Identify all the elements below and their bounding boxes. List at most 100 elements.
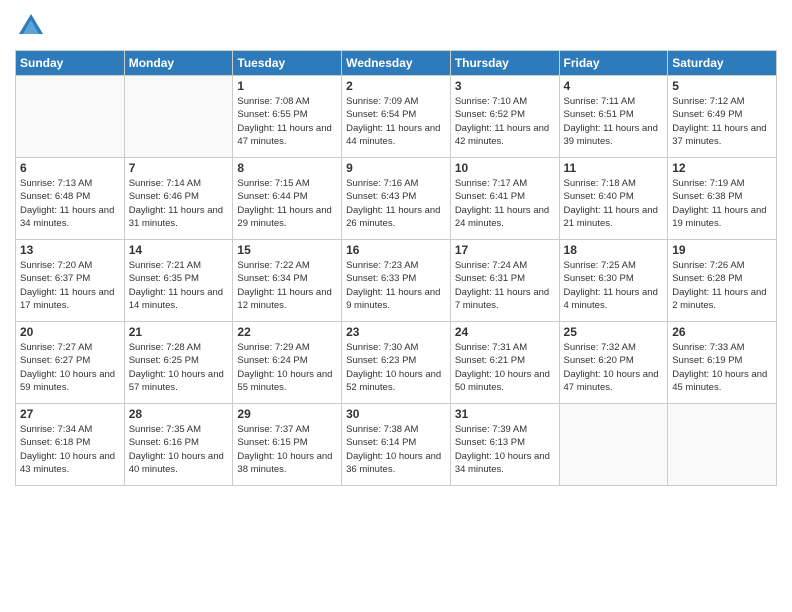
- day-info: Sunrise: 7:29 AM Sunset: 6:24 PM Dayligh…: [237, 341, 337, 394]
- calendar-body: 1Sunrise: 7:08 AM Sunset: 6:55 PM Daylig…: [16, 76, 777, 486]
- day-of-week-header: Thursday: [450, 51, 559, 76]
- calendar-day-cell: 26 Sunrise: 7:33 AM Sunset: 6:19 PM Dayli…: [668, 322, 777, 404]
- day-info: Sunrise: 7:14 AM Sunset: 6:46 PM Dayligh…: [129, 177, 229, 230]
- calendar-day-cell: [668, 404, 777, 486]
- day-number: 3: [455, 79, 555, 93]
- day-info: Sunrise: 7:21 AM Sunset: 6:35 PM Dayligh…: [129, 259, 229, 312]
- day-number: 8: [237, 161, 337, 175]
- calendar-week-row: 1Sunrise: 7:08 AM Sunset: 6:55 PM Daylig…: [16, 76, 777, 158]
- calendar-day-cell: 23 Sunrise: 7:30 AM Sunset: 6:23 PM Dayli…: [342, 322, 451, 404]
- calendar-day-cell: 10Sunrise: 7:17 AM Sunset: 6:41 PM Dayli…: [450, 158, 559, 240]
- day-info: Sunrise: 7:09 AM Sunset: 6:54 PM Dayligh…: [346, 95, 446, 148]
- day-number: 22: [237, 325, 337, 339]
- day-number: 7: [129, 161, 229, 175]
- day-number: 10: [455, 161, 555, 175]
- day-info: Sunrise: 7:38 AM Sunset: 6:14 PM Dayligh…: [346, 423, 446, 476]
- calendar-day-cell: 6 Sunrise: 7:13 AM Sunset: 6:48 PM Daylig…: [16, 158, 125, 240]
- day-number: 27: [20, 407, 120, 421]
- day-number: 19: [672, 243, 772, 257]
- day-number: 1: [237, 79, 337, 93]
- day-info: Sunrise: 7:28 AM Sunset: 6:25 PM Dayligh…: [129, 341, 229, 394]
- day-number: 20: [20, 325, 120, 339]
- calendar-day-cell: 17Sunrise: 7:24 AM Sunset: 6:31 PM Dayli…: [450, 240, 559, 322]
- calendar-day-cell: 7 Sunrise: 7:14 AM Sunset: 6:46 PM Daylig…: [124, 158, 233, 240]
- logo-icon: [15, 10, 47, 42]
- day-info: Sunrise: 7:32 AM Sunset: 6:20 PM Dayligh…: [564, 341, 664, 394]
- day-number: 23: [346, 325, 446, 339]
- day-number: 2: [346, 79, 446, 93]
- day-number: 6: [20, 161, 120, 175]
- day-number: 11: [564, 161, 664, 175]
- day-info: Sunrise: 7:33 AM Sunset: 6:19 PM Dayligh…: [672, 341, 772, 394]
- calendar-day-cell: 24 Sunrise: 7:31 AM Sunset: 6:21 PM Dayli…: [450, 322, 559, 404]
- calendar-day-cell: [16, 76, 125, 158]
- day-info: Sunrise: 7:27 AM Sunset: 6:27 PM Dayligh…: [20, 341, 120, 394]
- calendar-week-row: 20 Sunrise: 7:27 AM Sunset: 6:27 PM Dayli…: [16, 322, 777, 404]
- day-info: Sunrise: 7:30 AM Sunset: 6:23 PM Dayligh…: [346, 341, 446, 394]
- day-info: Sunrise: 7:16 AM Sunset: 6:43 PM Dayligh…: [346, 177, 446, 230]
- day-number: 24: [455, 325, 555, 339]
- calendar-day-cell: 20 Sunrise: 7:27 AM Sunset: 6:27 PM Dayli…: [16, 322, 125, 404]
- calendar-day-cell: 2 Sunrise: 7:09 AM Sunset: 6:54 PM Daylig…: [342, 76, 451, 158]
- day-info: Sunrise: 7:23 AM Sunset: 6:33 PM Dayligh…: [346, 259, 446, 312]
- day-number: 5: [672, 79, 772, 93]
- page: SundayMondayTuesdayWednesdayThursdayFrid…: [0, 0, 792, 612]
- calendar-day-cell: 12Sunrise: 7:19 AM Sunset: 6:38 PM Dayli…: [668, 158, 777, 240]
- calendar-day-cell: 31 Sunrise: 7:39 AM Sunset: 6:13 PM Dayli…: [450, 404, 559, 486]
- day-number: 30: [346, 407, 446, 421]
- day-number: 28: [129, 407, 229, 421]
- calendar-day-cell: 4Sunrise: 7:11 AM Sunset: 6:51 PM Daylig…: [559, 76, 668, 158]
- day-number: 29: [237, 407, 337, 421]
- calendar-day-cell: 3 Sunrise: 7:10 AM Sunset: 6:52 PM Daylig…: [450, 76, 559, 158]
- header: [15, 10, 777, 42]
- day-number: 18: [564, 243, 664, 257]
- calendar-day-cell: 18Sunrise: 7:25 AM Sunset: 6:30 PM Dayli…: [559, 240, 668, 322]
- calendar-day-cell: 27 Sunrise: 7:34 AM Sunset: 6:18 PM Dayli…: [16, 404, 125, 486]
- calendar-day-cell: 8 Sunrise: 7:15 AM Sunset: 6:44 PM Daylig…: [233, 158, 342, 240]
- calendar-day-cell: 22 Sunrise: 7:29 AM Sunset: 6:24 PM Dayli…: [233, 322, 342, 404]
- calendar-day-cell: [559, 404, 668, 486]
- day-info: Sunrise: 7:31 AM Sunset: 6:21 PM Dayligh…: [455, 341, 555, 394]
- day-of-week-header: Sunday: [16, 51, 125, 76]
- day-info: Sunrise: 7:26 AM Sunset: 6:28 PM Dayligh…: [672, 259, 772, 312]
- day-info: Sunrise: 7:34 AM Sunset: 6:18 PM Dayligh…: [20, 423, 120, 476]
- calendar-day-cell: 16 Sunrise: 7:23 AM Sunset: 6:33 PM Dayli…: [342, 240, 451, 322]
- calendar-day-cell: 13Sunrise: 7:20 AM Sunset: 6:37 PM Dayli…: [16, 240, 125, 322]
- day-number: 21: [129, 325, 229, 339]
- day-of-week-header: Saturday: [668, 51, 777, 76]
- day-number: 16: [346, 243, 446, 257]
- day-of-week-header: Friday: [559, 51, 668, 76]
- calendar-day-cell: 28 Sunrise: 7:35 AM Sunset: 6:16 PM Dayli…: [124, 404, 233, 486]
- day-of-week-header: Monday: [124, 51, 233, 76]
- calendar-day-cell: 11Sunrise: 7:18 AM Sunset: 6:40 PM Dayli…: [559, 158, 668, 240]
- calendar-day-cell: 9Sunrise: 7:16 AM Sunset: 6:43 PM Daylig…: [342, 158, 451, 240]
- day-of-week-header: Tuesday: [233, 51, 342, 76]
- day-info: Sunrise: 7:13 AM Sunset: 6:48 PM Dayligh…: [20, 177, 120, 230]
- day-number: 13: [20, 243, 120, 257]
- calendar-day-cell: 25Sunrise: 7:32 AM Sunset: 6:20 PM Dayli…: [559, 322, 668, 404]
- day-number: 26: [672, 325, 772, 339]
- logo: [15, 10, 51, 42]
- calendar-day-cell: 21 Sunrise: 7:28 AM Sunset: 6:25 PM Dayli…: [124, 322, 233, 404]
- calendar: SundayMondayTuesdayWednesdayThursdayFrid…: [15, 50, 777, 486]
- calendar-day-cell: 19 Sunrise: 7:26 AM Sunset: 6:28 PM Dayli…: [668, 240, 777, 322]
- day-info: Sunrise: 7:35 AM Sunset: 6:16 PM Dayligh…: [129, 423, 229, 476]
- calendar-day-cell: 5 Sunrise: 7:12 AM Sunset: 6:49 PM Daylig…: [668, 76, 777, 158]
- day-info: Sunrise: 7:37 AM Sunset: 6:15 PM Dayligh…: [237, 423, 337, 476]
- day-number: 31: [455, 407, 555, 421]
- calendar-day-cell: [124, 76, 233, 158]
- day-info: Sunrise: 7:22 AM Sunset: 6:34 PM Dayligh…: [237, 259, 337, 312]
- day-number: 4: [564, 79, 664, 93]
- day-info: Sunrise: 7:15 AM Sunset: 6:44 PM Dayligh…: [237, 177, 337, 230]
- day-info: Sunrise: 7:19 AM Sunset: 6:38 PM Dayligh…: [672, 177, 772, 230]
- calendar-day-cell: 14 Sunrise: 7:21 AM Sunset: 6:35 PM Dayli…: [124, 240, 233, 322]
- day-number: 14: [129, 243, 229, 257]
- days-of-week-row: SundayMondayTuesdayWednesdayThursdayFrid…: [16, 51, 777, 76]
- calendar-day-cell: 1Sunrise: 7:08 AM Sunset: 6:55 PM Daylig…: [233, 76, 342, 158]
- day-info: Sunrise: 7:12 AM Sunset: 6:49 PM Dayligh…: [672, 95, 772, 148]
- day-info: Sunrise: 7:39 AM Sunset: 6:13 PM Dayligh…: [455, 423, 555, 476]
- calendar-day-cell: 29 Sunrise: 7:37 AM Sunset: 6:15 PM Dayli…: [233, 404, 342, 486]
- day-info: Sunrise: 7:24 AM Sunset: 6:31 PM Dayligh…: [455, 259, 555, 312]
- calendar-day-cell: 15Sunrise: 7:22 AM Sunset: 6:34 PM Dayli…: [233, 240, 342, 322]
- day-info: Sunrise: 7:10 AM Sunset: 6:52 PM Dayligh…: [455, 95, 555, 148]
